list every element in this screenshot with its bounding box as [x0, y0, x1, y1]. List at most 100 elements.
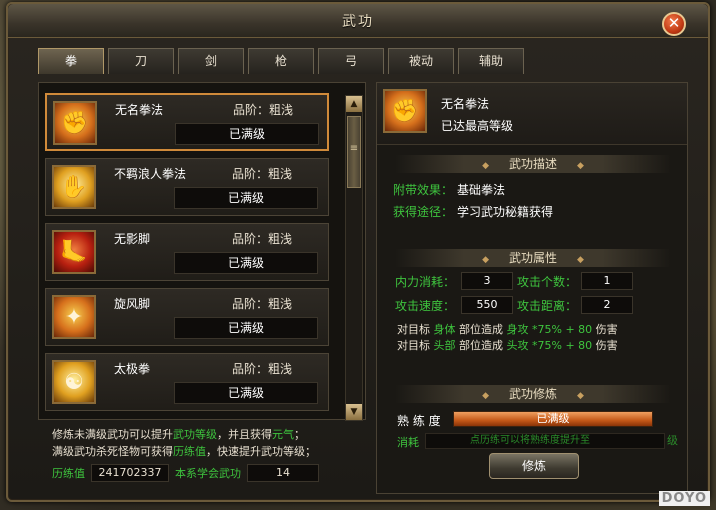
scroll-up-icon[interactable]: ▲ [346, 96, 362, 112]
dmg-part: 头部 [433, 339, 456, 352]
skill-status: 已满级 [174, 252, 318, 274]
open-hand-icon: ✋ [52, 165, 96, 209]
taiji-icon: ☯ [52, 360, 96, 404]
targets-value: 1 [581, 272, 633, 290]
tab-auxiliary[interactable]: 辅助 [458, 48, 524, 74]
exp-label: 历练值 [52, 467, 85, 480]
source-label: 获得途径： [393, 205, 454, 219]
attributes-header: ◆ 武功属性 ◆ [395, 249, 671, 267]
skill-name: 旋风脚 [114, 297, 151, 311]
mp-cost-label: 内力消耗： [395, 275, 456, 289]
skill-row[interactable]: ✊ 无名拳法 品阶：粗浅 已满级 [45, 93, 329, 151]
hint-line2-text: 满级武功杀死怪物可获得 [52, 445, 173, 458]
description-header-text: 武功描述 [508, 157, 557, 171]
hint-vitality: 元气 [272, 428, 294, 441]
train-button[interactable]: 修炼 [489, 453, 579, 479]
skill-name: 太极拳 [114, 362, 151, 376]
skill-name: 不羁浪人拳法 [114, 167, 187, 181]
skill-row[interactable]: ✋ 不羁浪人拳法 品阶：粗浅 已满级 [45, 158, 329, 216]
effect-value: 基础拳法 [457, 183, 506, 197]
dmg-plus: + 80 [565, 339, 593, 352]
category-tabs: 拳 刀 剑 枪 弓 被动 辅助 [38, 48, 524, 74]
consume-suffix: 级 [667, 434, 678, 447]
hint-line1-text: 修炼未满级武功可以提升 [52, 428, 173, 441]
learned-label: 本系学会武功 [175, 467, 241, 480]
close-button[interactable]: ✕ [662, 12, 686, 36]
skill-name: 无影脚 [114, 232, 151, 246]
dmg-part: 身体 [433, 323, 456, 336]
consume-bar: 点历练可以将熟练度提升至 级 [425, 433, 678, 449]
hint-experience: 历练值 [173, 445, 206, 458]
dmg-post: 伤害 [595, 323, 618, 336]
tab-spear[interactable]: 枪 [248, 48, 314, 74]
skill-status: 已满级 [175, 123, 319, 145]
skill-row[interactable]: 🦶 无影脚 品阶：粗浅 已满级 [45, 223, 329, 281]
dmg-pre: 对目标 [397, 323, 430, 336]
effect-label: 附带效果： [393, 183, 454, 197]
selected-skill-name: 无名拳法 [441, 97, 490, 111]
title-bar[interactable]: 武功 ✕ [8, 4, 708, 38]
tab-bow[interactable]: 弓 [318, 48, 384, 74]
source-value: 学习武功秘籍获得 [457, 205, 554, 219]
hint-skill-level: 武功等级 [173, 428, 217, 441]
window-title: 武功 [342, 14, 374, 30]
scroll-thumb[interactable]: ≡ [347, 116, 361, 188]
speed-value: 550 [461, 296, 513, 314]
skill-grade: 品阶：粗浅 [232, 167, 293, 181]
dmg-attack: 头攻 [506, 339, 529, 352]
exp-value: 241702337 [91, 464, 169, 482]
dmg-pre: 对目标 [397, 339, 430, 352]
skill-status: 已满级 [174, 382, 318, 404]
damage-line-head: 对目标 头部 部位造成 头攻 *75% + 80 伤害 [397, 337, 618, 353]
hint-line1-end: ； [294, 428, 305, 441]
skill-row[interactable]: ☯ 太极拳 品阶：粗浅 已满级 [45, 353, 329, 411]
dmg-mid: 部位造成 [459, 323, 503, 336]
skill-row[interactable]: ✦ 旋风脚 品阶：粗浅 已满级 [45, 288, 329, 346]
kick-icon: 🦶 [52, 230, 96, 274]
stats-line: 历练值 241702337 本系学会武功 14 [52, 464, 319, 482]
dmg-percent: *75% [532, 339, 562, 352]
scroll-down-icon[interactable]: ▼ [346, 404, 362, 420]
hint-line2-end: ，快速提升武功等级； [206, 445, 316, 458]
dmg-mid: 部位造成 [459, 339, 503, 352]
skill-grade: 品阶：粗浅 [232, 232, 293, 246]
martial-arts-window: 武功 ✕ 拳 刀 剑 枪 弓 被动 辅助 ✊ 无名拳法 品阶：粗浅 已满级 ✋ … [6, 2, 710, 502]
site-watermark: DOYO [658, 491, 710, 506]
description-header: ◆ 武功描述 ◆ [395, 155, 671, 173]
skill-list-scrollbar[interactable]: ▲ ≡ ▼ [345, 95, 363, 421]
targets-label: 攻击个数： [517, 275, 578, 289]
skill-grade: 品阶：粗浅 [232, 362, 293, 376]
damage-line-body: 对目标 身体 部位造成 身攻 *75% + 80 伤害 [397, 321, 618, 337]
consume-label: 消耗 [397, 436, 419, 449]
tab-passive[interactable]: 被动 [388, 48, 454, 74]
consume-text: 点历练可以将熟练度提升至 [470, 435, 590, 446]
skill-name: 无名拳法 [115, 103, 164, 117]
dmg-attack: 身攻 [506, 323, 529, 336]
effect-row: 附带效果： 基础拳法 [393, 181, 505, 198]
skill-list-panel: ✊ 无名拳法 品阶：粗浅 已满级 ✋ 不羁浪人拳法 品阶：粗浅 已满级 🦶 无影… [38, 82, 366, 421]
training-header-text: 武功修炼 [508, 387, 557, 401]
mp-cost-value: 3 [461, 272, 513, 290]
whirlwind-kick-icon: ✦ [52, 295, 96, 339]
skill-status: 已满级 [174, 317, 318, 339]
dmg-percent: *75% [532, 323, 562, 336]
training-header: ◆ 武功修炼 ◆ [395, 385, 671, 403]
tab-fist[interactable]: 拳 [38, 48, 104, 74]
source-row: 获得途径： 学习武功秘籍获得 [393, 203, 553, 220]
fist-icon: ✊ [383, 89, 427, 133]
attributes-header-text: 武功属性 [508, 251, 557, 265]
dmg-plus: + 80 [565, 323, 593, 336]
tab-sword[interactable]: 剑 [178, 48, 244, 74]
hint-text: 修炼未满级武功可以提升武功等级，并且获得元气； 满级武功杀死怪物可获得历练值，快… [52, 426, 352, 460]
hint-line1-mid: ，并且获得 [217, 428, 272, 441]
range-value: 2 [581, 296, 633, 314]
learned-value: 14 [247, 464, 319, 482]
proficiency-label: 熟 练 度 [397, 414, 441, 428]
selected-skill-header: ✊ 无名拳法 已达最高等级 [377, 83, 687, 145]
fist-icon: ✊ [53, 101, 97, 145]
skill-detail-panel: ✊ 无名拳法 已达最高等级 ◆ 武功描述 ◆ 附带效果： 基础拳法 获得途径： 学习武功… [376, 82, 688, 494]
range-label: 攻击距离： [517, 299, 578, 313]
skill-status: 已满级 [174, 187, 318, 209]
speed-label: 攻击速度： [395, 299, 456, 313]
tab-blade[interactable]: 刀 [108, 48, 174, 74]
